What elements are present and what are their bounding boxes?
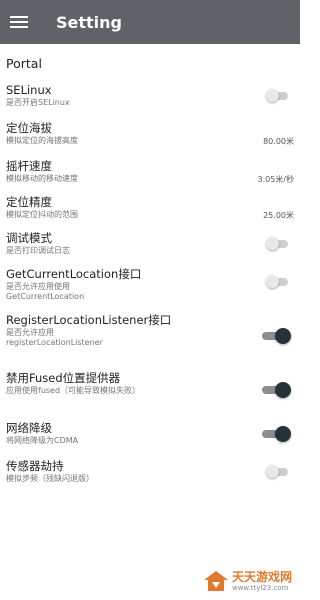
setting-description: 是否允许应用 registerLocationListener — [6, 328, 103, 347]
setting-sensor-hijack[interactable]: 传感器劫持 模拟步频（残缺闪退版） — [0, 453, 300, 491]
setting-description: 模拟步频（残缺闪退版） — [6, 474, 94, 483]
selinux-toggle[interactable] — [266, 89, 290, 103]
setting-value: 3.05米/秒 — [257, 175, 294, 184]
setting-register-location-listener[interactable]: RegisterLocationListener接口 是否允许应用 regist… — [0, 307, 300, 365]
setting-value: 80.00米 — [263, 137, 294, 146]
watermark: 天天游戏网 www.ttyl23.com — [203, 570, 292, 592]
setting-label: GetCurrentLocation接口 — [6, 267, 142, 281]
settings-list: SELinux 是否开启SELinux 定位海拔 模拟定位的海拔高度 80.00… — [0, 77, 300, 491]
setting-network-downgrade[interactable]: 网络降级 将网络降级为CDMA — [0, 415, 300, 453]
debug-mode-toggle[interactable] — [266, 237, 290, 251]
section-title-portal: Portal — [6, 56, 42, 71]
setting-joystick-speed[interactable]: 摇杆速度 模拟移动的移动速度 3.05米/秒 — [0, 153, 300, 189]
sensor-hijack-toggle[interactable] — [266, 465, 290, 479]
setting-description: 是否允许应用使用 GetCurrentLocation — [6, 282, 85, 301]
setting-label: RegisterLocationListener接口 — [6, 313, 172, 327]
setting-label: 传感器劫持 — [6, 459, 64, 473]
watermark-text: 天天游戏网 — [231, 569, 292, 584]
setting-label: 定位海拔 — [6, 121, 52, 135]
setting-accuracy[interactable]: 定位精度 模拟定位抖动的范围 25.00米 — [0, 189, 300, 225]
setting-label: 定位精度 — [6, 195, 52, 209]
setting-debug-mode[interactable]: 调试模式 是否打印调试日志 — [0, 225, 300, 261]
setting-altitude[interactable]: 定位海拔 模拟定位的海拔高度 80.00米 — [0, 115, 300, 153]
setting-selinux[interactable]: SELinux 是否开启SELinux — [0, 77, 300, 115]
setting-get-current-location[interactable]: GetCurrentLocation接口 是否允许应用使用 GetCurrent… — [0, 261, 300, 307]
setting-label: 网络降级 — [6, 421, 52, 435]
setting-value: 25.00米 — [263, 211, 294, 220]
setting-description: 是否打印调试日志 — [6, 246, 70, 255]
setting-label: 禁用Fused位置提供器 — [6, 371, 121, 385]
setting-label: 摇杆速度 — [6, 159, 52, 173]
setting-description: 是否开启SELinux — [6, 98, 70, 107]
setting-description: 模拟定位抖动的范围 — [6, 210, 78, 219]
setting-description: 将网络降级为CDMA — [6, 436, 79, 445]
page-title: Setting — [56, 12, 122, 32]
setting-description: 模拟移动的移动速度 — [6, 174, 78, 183]
watermark-url: www.ttyl23.com — [231, 583, 289, 592]
setting-description: 模拟定位的海拔高度 — [6, 136, 78, 145]
disable-fused-toggle[interactable] — [262, 382, 292, 398]
setting-label: SELinux — [6, 83, 52, 97]
get-current-location-toggle[interactable] — [266, 275, 290, 289]
watermark-logo-icon — [203, 570, 229, 592]
network-downgrade-toggle[interactable] — [262, 426, 292, 442]
register-location-listener-toggle[interactable] — [262, 328, 292, 344]
setting-label: 调试模式 — [6, 231, 52, 245]
setting-disable-fused[interactable]: 禁用Fused位置提供器 应用使用fused（可能导致模拟失败） — [0, 365, 300, 415]
hamburger-menu-icon[interactable] — [10, 15, 28, 29]
setting-description: 应用使用fused（可能导致模拟失败） — [6, 386, 141, 395]
app-bar: Setting — [0, 0, 300, 44]
